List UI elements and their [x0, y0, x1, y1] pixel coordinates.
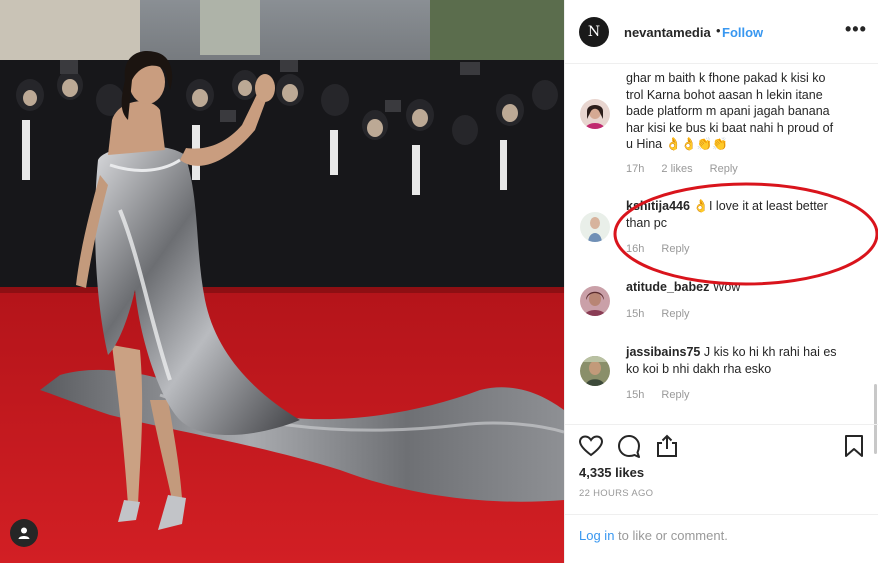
- comment-text: atitude_babez Wow: [626, 279, 858, 296]
- comment-line: ko koi b nhi dakh rha esko: [626, 361, 772, 376]
- author-username[interactable]: nevantamedia: [624, 25, 711, 40]
- comment-meta: 15h Reply: [626, 389, 704, 401]
- login-link[interactable]: Log in: [579, 528, 614, 543]
- post-header: N nevantamedia • Follow •••: [565, 0, 878, 64]
- user-tag-button[interactable]: [10, 519, 38, 547]
- comment-username[interactable]: kshitija446: [626, 199, 690, 213]
- avatar-photo: [580, 99, 610, 129]
- bookmark-icon[interactable]: [841, 433, 867, 459]
- reply-button[interactable]: Reply: [710, 163, 738, 175]
- instagram-post: N nevantamedia • Follow ••• ghar m baith…: [0, 0, 878, 563]
- reply-button[interactable]: Reply: [661, 308, 689, 320]
- avatar-photo: [580, 286, 610, 316]
- comments-scrollbar[interactable]: [874, 66, 878, 454]
- share-icon[interactable]: [654, 433, 680, 459]
- comment-age: 15h: [626, 389, 645, 401]
- comment-line: trol Karna bohot aasan h lekin itane: [626, 87, 823, 102]
- login-prompt: Log in to like or comment.: [565, 514, 878, 563]
- comment-text: kshitija446 👌I love it at least better t…: [626, 198, 858, 231]
- post-photo[interactable]: [0, 0, 564, 563]
- comment-meta: 16h Reply: [626, 243, 704, 255]
- comment-line: than pc: [626, 215, 668, 230]
- comment-line: u Hina 👌👌👏👏: [626, 137, 728, 151]
- comment-icon[interactable]: [616, 433, 642, 459]
- post-actions: 4,335 likes 22 HOURS AGO: [565, 424, 878, 514]
- comment-likes[interactable]: 2 likes: [661, 163, 692, 175]
- comment-text: jassibains75 J kis ko hi kh rahi hai es …: [626, 344, 858, 377]
- comment-line: J kis ko hi kh rahi hai es: [703, 345, 837, 359]
- user-tag-icon: [18, 527, 30, 539]
- comment-avatar[interactable]: [580, 99, 610, 129]
- comment-age: 17h: [626, 163, 645, 175]
- follow-button[interactable]: Follow: [722, 25, 763, 40]
- comment-avatar[interactable]: [580, 286, 610, 316]
- comment-age: 16h: [626, 243, 645, 255]
- heart-icon[interactable]: [578, 433, 604, 459]
- avatar-photo: [580, 212, 610, 242]
- red-carpet-photo: [0, 0, 564, 563]
- comment-avatar[interactable]: [580, 212, 610, 242]
- likes-count[interactable]: 4,335 likes: [579, 465, 644, 480]
- header-separator: •: [716, 23, 721, 38]
- comment-username[interactable]: atitude_babez: [626, 280, 709, 294]
- comment-meta: 15h Reply: [626, 308, 704, 320]
- comment-line: ghar m baith k fhone pakad k kisi ko: [626, 71, 826, 85]
- login-prompt-text: to like or comment.: [618, 528, 728, 543]
- comment-meta: 17h 2 likes Reply: [626, 163, 752, 175]
- comment-avatar[interactable]: [580, 356, 610, 386]
- post-side-panel: N nevantamedia • Follow ••• ghar m baith…: [564, 0, 878, 563]
- comment-line: har kisi ke bus ki baat nahi h proud of: [626, 120, 834, 135]
- reply-button[interactable]: Reply: [661, 243, 689, 255]
- comment-line: Wow: [712, 280, 741, 294]
- reply-button[interactable]: Reply: [661, 389, 689, 401]
- comment-age: 15h: [626, 308, 645, 320]
- more-options-icon[interactable]: •••: [845, 19, 867, 40]
- avatar-photo: [580, 356, 610, 386]
- comment-text: ghar m baith k fhone pakad k kisi ko tro…: [626, 70, 858, 153]
- post-timestamp: 22 HOURS AGO: [579, 488, 654, 499]
- author-avatar[interactable]: N: [579, 17, 609, 47]
- brand-logo-letter: N: [587, 24, 601, 40]
- comment-line: bade platform m apani jagah banana: [626, 104, 830, 118]
- comment-line: 👌I love it at least better: [693, 199, 828, 213]
- comments-list: ghar m baith k fhone pakad k kisi ko tro…: [565, 64, 878, 424]
- comment-username[interactable]: jassibains75: [626, 345, 700, 359]
